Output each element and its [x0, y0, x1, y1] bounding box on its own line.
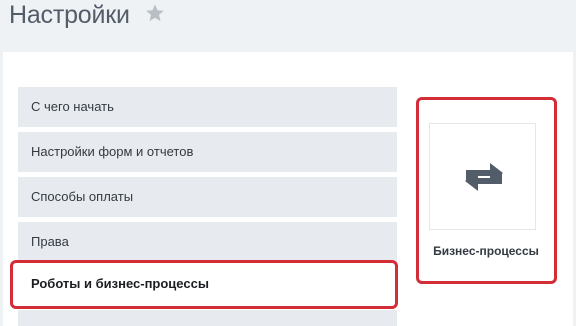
- highlight-frame-menu: [10, 260, 398, 309]
- menu-item-getting-started[interactable]: С чего начать: [18, 87, 397, 127]
- page-header: Настройки: [0, 0, 576, 52]
- menu-item-forms-reports[interactable]: Настройки форм и отчетов: [18, 132, 397, 172]
- menu-item-label: Настройки форм и отчетов: [31, 144, 194, 159]
- highlight-frame-tile: [416, 97, 557, 284]
- menu-item-label: Права: [31, 234, 69, 249]
- menu-item-payment-methods[interactable]: Способы оплаты: [18, 177, 397, 217]
- menu-item-permissions[interactable]: Права: [18, 222, 397, 262]
- page-title: Настройки: [9, 1, 130, 29]
- menu-next-item: [18, 310, 397, 326]
- menu-item-label: С чего начать: [31, 99, 114, 114]
- star-icon[interactable]: [145, 2, 165, 24]
- menu-item-label: Способы оплаты: [31, 189, 134, 204]
